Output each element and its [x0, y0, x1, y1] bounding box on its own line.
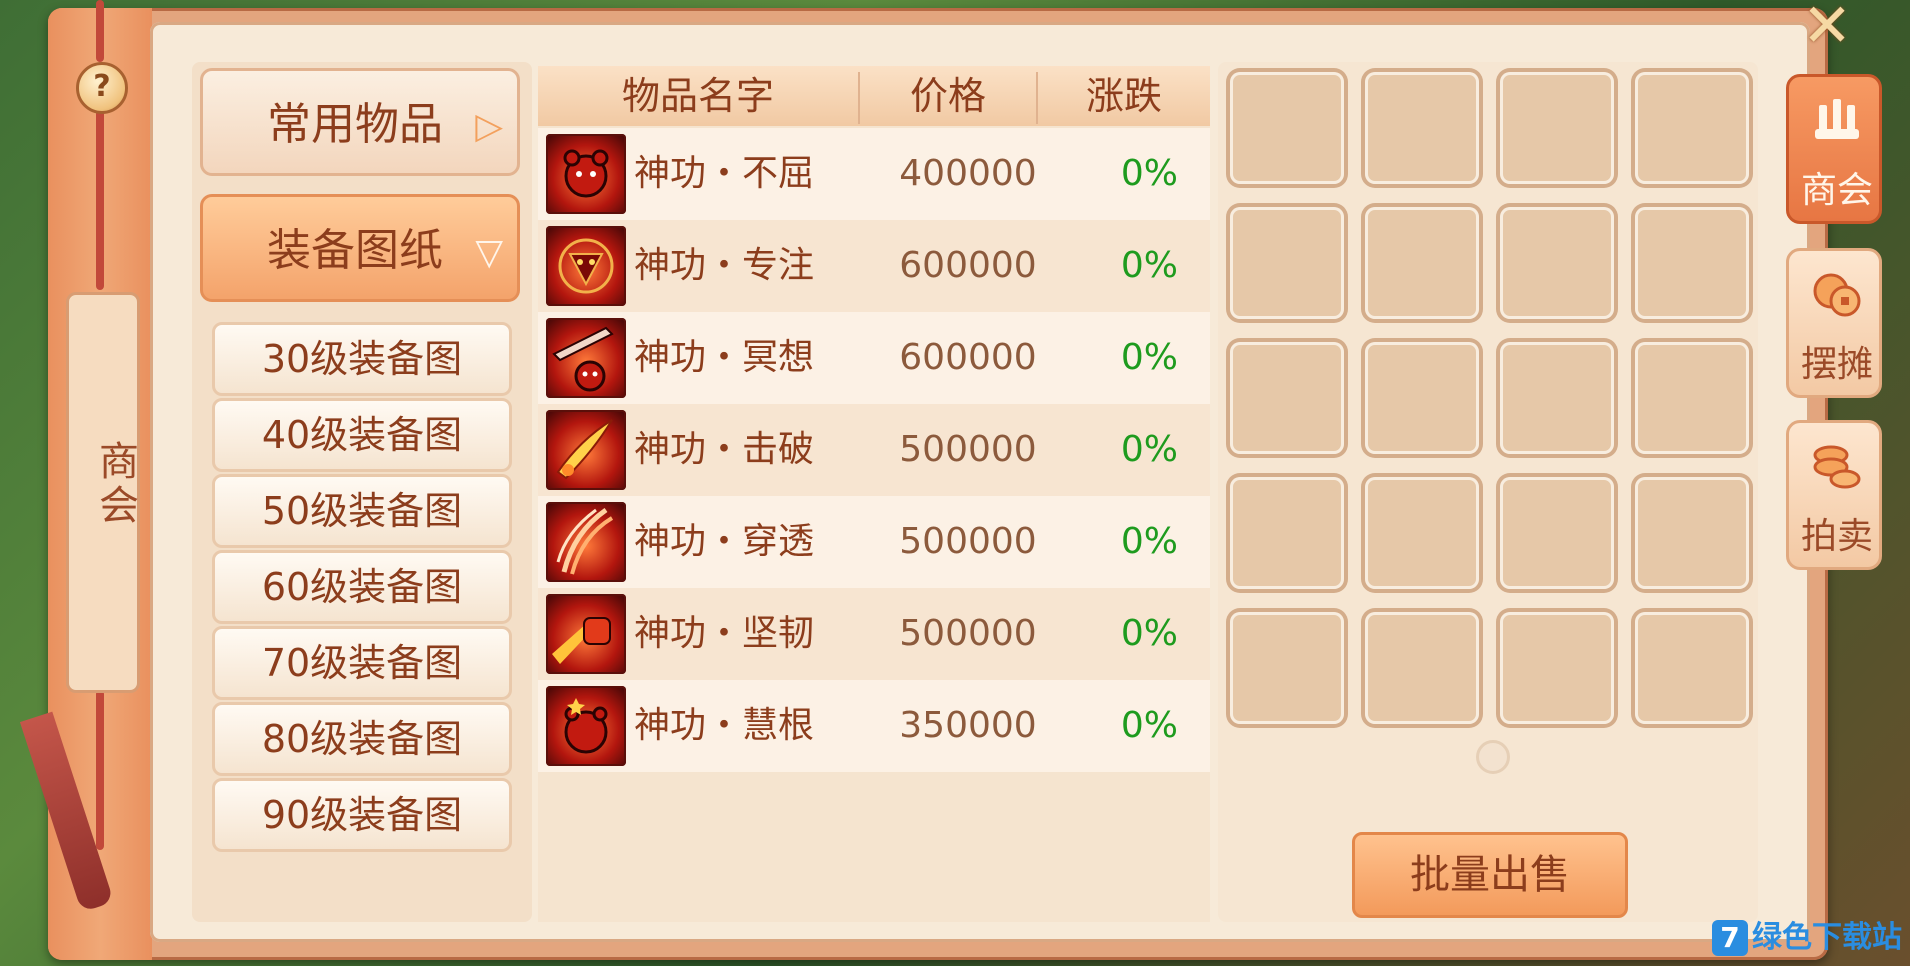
inventory-slot[interactable]	[1635, 477, 1749, 589]
inventory-slot[interactable]	[1500, 477, 1614, 589]
bear-head-icon	[546, 134, 626, 214]
coin-stack-icon	[1811, 441, 1863, 493]
column-header-price: 价格	[909, 74, 986, 118]
inventory-slot[interactable]	[1500, 342, 1614, 454]
claw-strike-icon	[546, 502, 626, 582]
category-list: 常用物品 ▷ 装备图纸 ▽ 30级装备图 40级装备图 50级装备图 60级装备…	[192, 62, 532, 922]
inventory-slot[interactable]	[1230, 207, 1344, 319]
sword-bear-icon	[546, 318, 626, 398]
tab-auction[interactable]: 拍卖	[1786, 420, 1882, 570]
tab-label: 商会	[1800, 170, 1873, 211]
chevron-right-icon: ▷	[475, 106, 503, 147]
fist-icon	[546, 594, 626, 674]
table-row[interactable]: 神功・击破 500000 0%	[538, 404, 1210, 496]
watermark: 7 绿色下载站	[1712, 916, 1902, 960]
item-change: 0%	[1120, 429, 1178, 470]
tab-label: 摆摊	[1800, 344, 1873, 385]
column-header-name: 物品名字	[621, 74, 774, 118]
bulk-sell-button[interactable]: 批量出售	[1352, 832, 1628, 918]
tab-label: 拍卖	[1800, 516, 1873, 557]
inventory-slot[interactable]	[1230, 72, 1344, 184]
item-change: 0%	[1120, 153, 1178, 194]
item-name: 神功・穿透	[634, 521, 815, 562]
inventory-slot[interactable]	[1230, 477, 1344, 589]
table-row[interactable]: 神功・坚韧 500000 0%	[538, 588, 1210, 680]
inventory-slot[interactable]	[1365, 72, 1479, 184]
item-change: 0%	[1120, 521, 1178, 562]
item-name: 神功・慧根	[634, 705, 815, 746]
table-row[interactable]: 神功・不屈 400000 0%	[538, 128, 1210, 220]
inventory-slot[interactable]	[1365, 612, 1479, 724]
inventory-slot[interactable]	[1500, 612, 1614, 724]
item-name: 神功・坚韧	[634, 613, 815, 654]
coins-icon	[1811, 269, 1863, 321]
item-name: 神功・专注	[634, 245, 815, 286]
item-price: 600000	[899, 245, 1037, 286]
spine-title: 商会	[92, 440, 138, 528]
inventory-slot[interactable]	[1365, 342, 1479, 454]
subcategory-item[interactable]: 40级装备图	[212, 398, 512, 472]
inventory-slot[interactable]	[1635, 612, 1749, 724]
rope-decoration	[96, 690, 104, 850]
item-price: 500000	[899, 521, 1037, 562]
item-name: 神功・冥想	[634, 337, 815, 378]
item-price: 350000	[899, 705, 1037, 746]
table-row[interactable]: 神功・冥想 600000 0%	[538, 312, 1210, 404]
subcategory-item[interactable]: 30级装备图	[212, 322, 512, 396]
item-price: 500000	[899, 429, 1037, 470]
category-label: 常用物品	[267, 99, 443, 150]
inventory-slot[interactable]	[1230, 612, 1344, 724]
item-change: 0%	[1120, 337, 1178, 378]
item-price: 600000	[899, 337, 1037, 378]
subcategory-item[interactable]: 60级装备图	[212, 550, 512, 624]
item-name: 神功・击破	[634, 429, 815, 470]
subcategory-item[interactable]: 80级装备图	[212, 702, 512, 776]
demon-mask-icon	[546, 226, 626, 306]
table-row[interactable]: 神功・穿透 500000 0%	[538, 496, 1210, 588]
table-row[interactable]: 神功・专注 600000 0%	[538, 220, 1210, 312]
inventory-slot[interactable]	[1500, 72, 1614, 184]
slash-icon	[546, 410, 626, 490]
tab-chamber-of-commerce[interactable]: 商会	[1786, 74, 1882, 224]
inventory-slot[interactable]	[1635, 342, 1749, 454]
inventory-slot[interactable]	[1365, 477, 1479, 589]
inventory-slot[interactable]	[1635, 207, 1749, 319]
item-change: 0%	[1120, 705, 1178, 746]
watermark-text: 绿色下载站	[1752, 920, 1902, 955]
chevron-down-icon: ▽	[475, 232, 503, 273]
table-row[interactable]: 神功・慧根 350000 0%	[538, 680, 1210, 772]
category-common-items[interactable]: 常用物品 ▷	[200, 68, 520, 176]
inventory-slot[interactable]	[1365, 207, 1479, 319]
item-price: 500000	[899, 613, 1037, 654]
tab-stall[interactable]: 摆摊	[1786, 248, 1882, 398]
inventory-slot[interactable]	[1635, 72, 1749, 184]
rope-decoration	[96, 110, 104, 290]
inventory-slot[interactable]	[1230, 342, 1344, 454]
item-price-table: 物品名字 价格 涨跌 神功・不屈 400000 0% 神功・专注 600000 …	[538, 66, 1210, 922]
subcategory-item[interactable]: 90级装备图	[212, 778, 512, 852]
inventory-slot[interactable]	[1500, 207, 1614, 319]
subcategory-item[interactable]: 50级装备图	[212, 474, 512, 548]
dizzy-bear-icon	[546, 686, 626, 766]
chamber-icon	[1811, 95, 1863, 147]
category-equipment-blueprints[interactable]: 装备图纸 ▽	[200, 194, 520, 302]
item-name: 神功・不屈	[634, 153, 815, 194]
help-button[interactable]: ?	[76, 62, 128, 114]
category-label: 装备图纸	[267, 225, 443, 276]
watermark-logo: 7	[1712, 920, 1748, 956]
item-change: 0%	[1120, 613, 1178, 654]
page-indicator	[1476, 740, 1510, 774]
subcategory-item[interactable]: 70级装备图	[212, 626, 512, 700]
column-header-change: 涨跌	[1085, 74, 1162, 118]
rope-decoration	[96, 0, 104, 62]
item-price: 400000	[899, 153, 1037, 194]
item-change: 0%	[1120, 245, 1178, 286]
table-header: 物品名字 价格 涨跌	[538, 66, 1210, 126]
close-button[interactable]: ✕	[1796, 0, 1858, 56]
